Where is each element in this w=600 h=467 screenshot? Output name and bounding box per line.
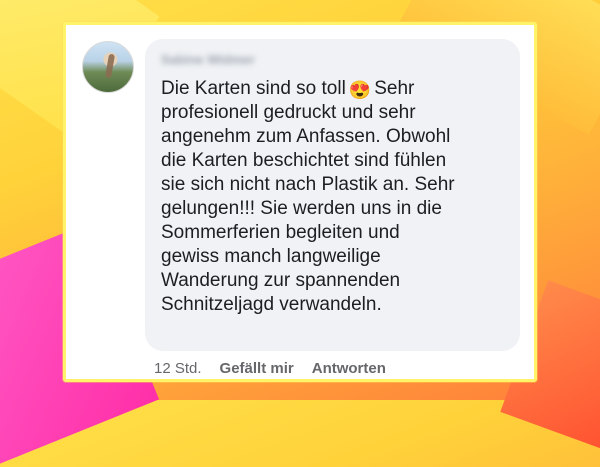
avatar[interactable]	[82, 41, 134, 93]
comment-actions: 12 Std. Gefällt mir Antworten	[154, 359, 386, 379]
reply-button[interactable]: Antworten	[312, 359, 386, 379]
comment-card: Sabine Widmer Die Karten sind so toll 😍 Se…	[63, 22, 537, 382]
comment-text-part-1: Die Karten sind so toll	[161, 78, 346, 99]
comment-timestamp[interactable]: 12 Std.	[154, 359, 202, 379]
comment-text: Die Karten sind so toll 😍 Sehr profesionel…	[161, 77, 504, 317]
comment-bubble: Sabine Widmer Die Karten sind so toll 😍 Se…	[145, 39, 520, 351]
like-button[interactable]: Gefällt mir	[220, 359, 294, 379]
heart-eyes-emoji-icon: 😍	[348, 80, 372, 100]
comment-text-part-2: Sehr profesionell gedruckt und sehr ange…	[161, 78, 455, 315]
comment-author-name[interactable]: Sabine Widmer	[161, 49, 504, 71]
